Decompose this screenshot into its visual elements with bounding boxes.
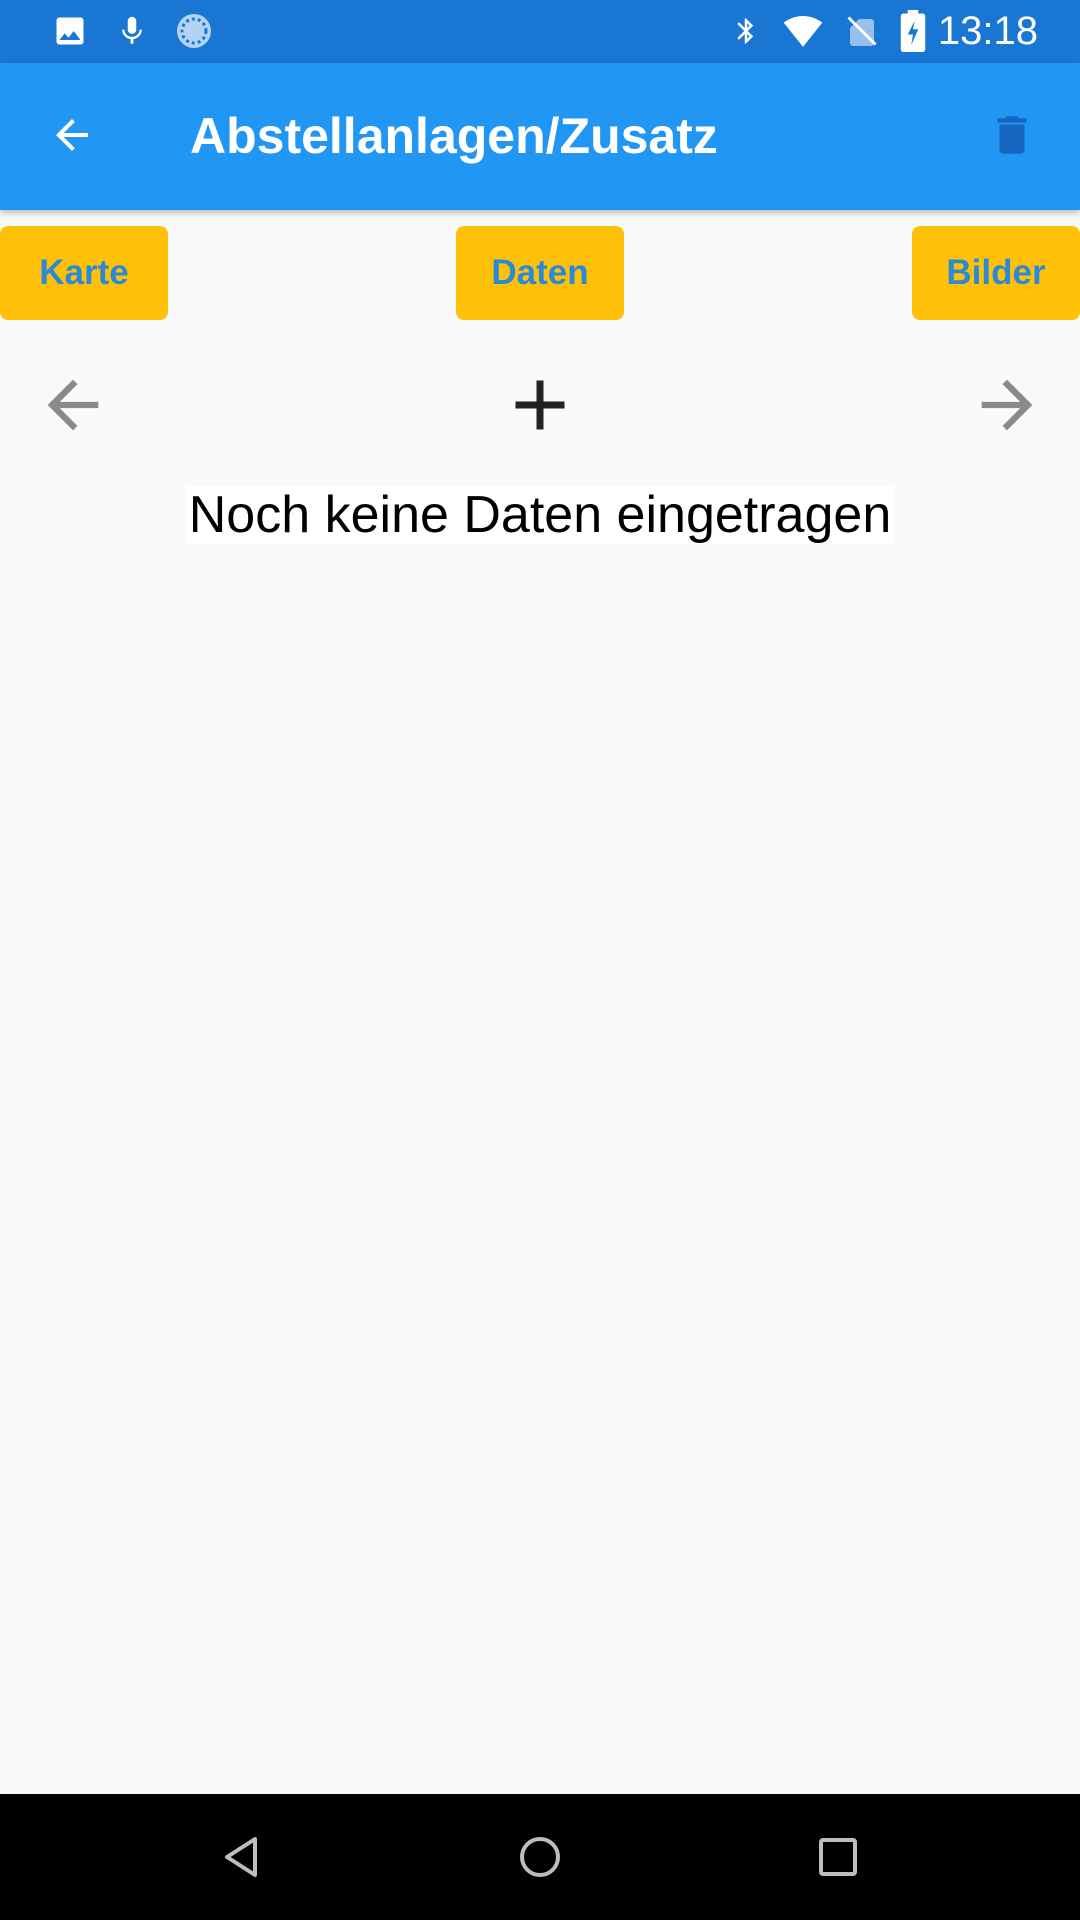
- arrow-left-icon[interactable]: [28, 360, 118, 450]
- battery-charging-icon: [898, 8, 928, 54]
- arrow-back-icon: [48, 111, 96, 164]
- home-circle-icon[interactable]: [505, 1822, 575, 1892]
- page-title: Abstellanlagen/Zusatz: [190, 108, 718, 164]
- mic-icon: [112, 8, 152, 54]
- sync-icon: [172, 8, 216, 54]
- back-triangle-icon[interactable]: [206, 1822, 276, 1892]
- tab-daten[interactable]: Daten: [456, 226, 624, 320]
- arrow-right-icon[interactable]: [962, 360, 1052, 450]
- wifi-icon: [778, 8, 828, 54]
- plus-icon[interactable]: [495, 360, 585, 450]
- status-bar: 13:18: [0, 0, 1080, 63]
- empty-state-message: Noch keine Daten eingetragen: [0, 480, 1080, 550]
- empty-state-text: Noch keine Daten eingetragen: [186, 486, 894, 544]
- system-navigation-bar: [0, 1794, 1080, 1920]
- recents-square-icon[interactable]: [803, 1822, 873, 1892]
- back-button[interactable]: [32, 101, 112, 173]
- tab-karte[interactable]: Karte: [0, 226, 168, 320]
- app-bar: Abstellanlagen/Zusatz: [0, 63, 1080, 210]
- no-sim-icon: [842, 8, 882, 54]
- delete-icon: [987, 108, 1037, 167]
- tab-bilder[interactable]: Bilder: [912, 226, 1080, 320]
- delete-button[interactable]: [974, 101, 1050, 173]
- status-time: 13:18: [937, 9, 1038, 53]
- image-notification-icon: [50, 8, 90, 54]
- bluetooth-icon: [728, 8, 764, 54]
